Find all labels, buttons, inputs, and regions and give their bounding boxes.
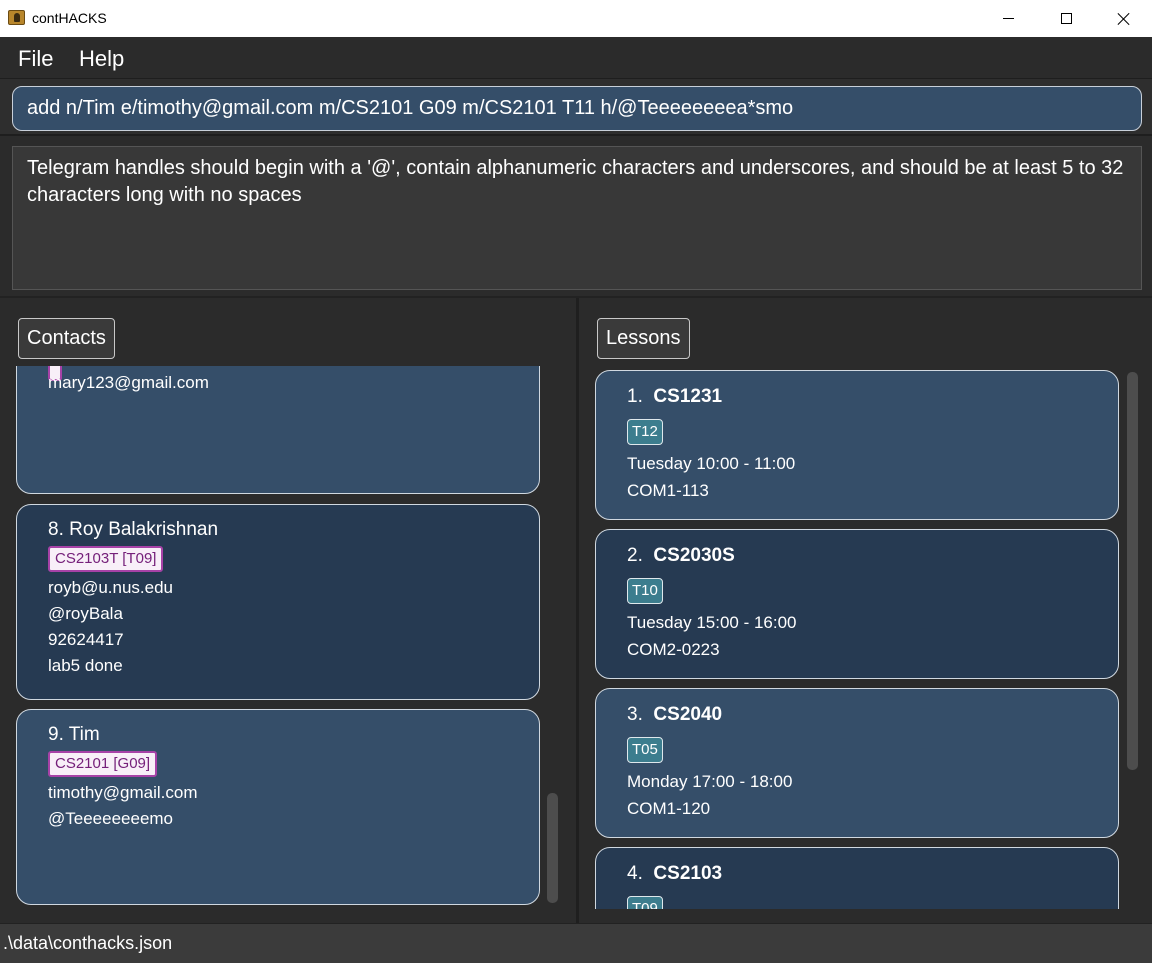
module-tag: CS2103T [T09]	[48, 546, 164, 572]
contacts-scrollbar[interactable]	[547, 793, 558, 903]
lesson-tag: T09	[627, 896, 663, 909]
lesson-title: 1. CS1231	[627, 386, 722, 408]
lesson-card[interactable]: 4. CS2103 T09	[595, 847, 1119, 909]
contacts-label: Contacts	[18, 318, 115, 359]
module-tag: CS2101 [G09]	[48, 751, 158, 777]
contact-telegram: @royBala	[48, 604, 123, 623]
menu-file[interactable]: File	[18, 46, 53, 72]
lesson-tag: T12	[627, 419, 663, 445]
contact-phone: 92624417	[48, 630, 124, 649]
command-box[interactable]	[12, 86, 1142, 131]
menu-bar: File Help	[0, 37, 1152, 78]
status-bar: .\data\conthacks.json	[0, 923, 1152, 963]
maximize-icon	[1060, 13, 1072, 24]
lesson-day: Tuesday	[627, 613, 692, 632]
lesson-venue: COM2-0223	[627, 640, 720, 659]
panel-divider	[576, 298, 579, 923]
result-area: Telegram handles should begin with a '@'…	[0, 138, 1152, 298]
lesson-title: 3. CS2040	[627, 704, 722, 726]
lesson-title: 2. CS2030S	[627, 545, 735, 567]
title-bar: contHACKS	[0, 0, 1152, 37]
lesson-tag: T10	[627, 578, 663, 604]
lesson-code: CS2040	[653, 704, 723, 725]
lesson-card[interactable]: 2. CS2030S T10 Tuesday 15:00 - 16:00 COM…	[595, 529, 1119, 679]
lesson-index: 4.	[627, 863, 643, 884]
lesson-title: 4. CS2103	[627, 863, 722, 885]
lesson-index: 2.	[627, 545, 643, 566]
command-input[interactable]	[27, 87, 1127, 130]
lesson-code: CS1231	[653, 386, 723, 407]
lesson-list[interactable]: 1. CS1231 T12 Tuesday 10:00 - 11:00 COM1…	[594, 369, 1121, 909]
contact-telegram: @Teeeeeeeemo	[48, 809, 174, 828]
menu-help[interactable]: Help	[79, 46, 124, 72]
result-display[interactable]: Telegram handles should begin with a '@'…	[12, 146, 1142, 290]
window-title: contHACKS	[32, 10, 107, 26]
lesson-card[interactable]: 1. CS1231 T12 Tuesday 10:00 - 11:00 COM1…	[595, 370, 1119, 520]
command-area	[0, 78, 1152, 136]
lesson-timeslot: 17:00 - 18:00	[692, 772, 793, 791]
contact-email: timothy@gmail.com	[48, 783, 198, 802]
contact-card[interactable]: 8. Roy Balakrishnan CS2103T [T09] royb@u…	[16, 504, 540, 700]
lesson-code: CS2103	[653, 863, 723, 884]
contact-name: 9. Tim	[48, 724, 100, 745]
lesson-day: Tuesday	[627, 454, 692, 473]
lesson-time: Tuesday 10:00 - 11:00	[627, 454, 795, 474]
app-icon	[8, 10, 25, 25]
lesson-card[interactable]: 3. CS2040 T05 Monday 17:00 - 18:00 COM1-…	[595, 688, 1119, 838]
contact-name: 8. Roy Balakrishnan	[48, 519, 219, 540]
lesson-venue: COM1-120	[627, 799, 711, 818]
lesson-time: Monday 17:00 - 18:00	[627, 772, 792, 792]
close-button[interactable]	[1095, 0, 1152, 37]
contact-email: royb@u.nus.edu	[48, 578, 174, 597]
lesson-code: CS2030S	[653, 545, 735, 566]
lesson-index: 1.	[627, 386, 643, 407]
contact-card[interactable]: 9. Tim CS2101 [G09] timothy@gmail.com @T…	[16, 709, 540, 905]
lesson-venue: COM1-113	[627, 481, 709, 500]
contact-remark: lab5 done	[48, 656, 123, 675]
lesson-timeslot: 10:00 - 11:00	[696, 454, 796, 473]
data-file-path: .\data\conthacks.json	[3, 933, 173, 953]
close-icon	[1117, 12, 1131, 26]
lessons-scrollbar[interactable]	[1127, 372, 1138, 770]
minimize-icon	[1002, 18, 1014, 19]
lesson-timeslot: 15:00 - 16:00	[696, 613, 797, 632]
lesson-time: Tuesday 15:00 - 16:00	[627, 613, 797, 633]
contact-list[interactable]: mary123@gmail.com 8. Roy Balakrishnan CS…	[15, 366, 542, 908]
lesson-tag: T05	[627, 737, 663, 763]
contact-card[interactable]: mary123@gmail.com	[16, 366, 540, 494]
lesson-day: Monday	[627, 772, 688, 791]
minimize-button[interactable]	[979, 0, 1037, 37]
lessons-label: Lessons	[597, 318, 690, 359]
lesson-index: 3.	[627, 704, 643, 725]
maximize-button[interactable]	[1037, 0, 1095, 37]
contact-email: mary123@gmail.com	[48, 373, 209, 392]
